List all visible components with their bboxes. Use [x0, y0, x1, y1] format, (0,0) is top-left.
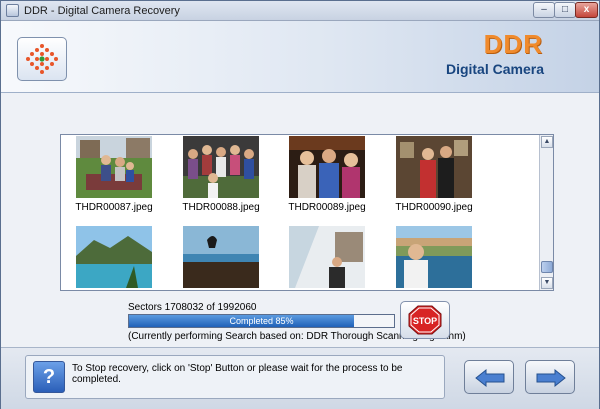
- thumbnail-item[interactable]: [183, 226, 259, 288]
- scrollbar-thumb[interactable]: [541, 261, 553, 273]
- thumbnail-image: [289, 136, 365, 198]
- product-name: Digital Camera: [445, 61, 544, 77]
- thumbnail-filename: THDR00090.jpeg: [395, 202, 473, 213]
- thumbnail-image: [396, 136, 472, 198]
- next-button[interactable]: [525, 360, 575, 394]
- thumbnail-item[interactable]: THDR00087.jpeg: [75, 136, 153, 213]
- logo: [17, 37, 67, 81]
- brand-logo-text: DDR: [483, 29, 543, 59]
- thumbnail-item[interactable]: [396, 226, 472, 288]
- thumbnail-item[interactable]: [76, 226, 152, 288]
- help-panel: ? To Stop recovery, click on 'Stop' Butt…: [25, 355, 445, 399]
- thumbnail-item[interactable]: THDR00088.jpeg: [182, 136, 260, 213]
- thumbnail-image: [289, 226, 365, 288]
- thumbnail-item[interactable]: [289, 226, 365, 288]
- scroll-down-icon[interactable]: ▼: [541, 277, 553, 289]
- thumbnail-image: [396, 226, 472, 288]
- app-window: DDR - Digital Camera Recovery – □ x DDR …: [0, 0, 600, 409]
- thumbnail-image: [183, 136, 259, 198]
- recovery-progress-bar: Completed 85%: [128, 314, 395, 328]
- header-banner: DDR Digital Camera: [1, 21, 599, 93]
- scroll-up-icon[interactable]: ▲: [541, 136, 553, 148]
- help-button[interactable]: ?: [33, 361, 65, 393]
- title-bar: DDR - Digital Camera Recovery – □ x: [1, 1, 599, 21]
- app-icon: [6, 4, 19, 17]
- thumbnail-image: [183, 226, 259, 288]
- stop-button[interactable]: STOP: [400, 301, 450, 339]
- stop-icon: STOP: [408, 305, 442, 335]
- thumbnail-image: [76, 136, 152, 198]
- stop-label: STOP: [413, 316, 437, 326]
- sectors-count: Sectors 1708032 of 1992060: [128, 302, 257, 313]
- thumbnail-pane[interactable]: THDR00087.jpeg THDR00088.jpeg THDR00089.…: [60, 134, 554, 291]
- maximize-button[interactable]: □: [554, 2, 576, 18]
- minimize-button[interactable]: –: [533, 2, 555, 18]
- back-button[interactable]: [464, 360, 514, 394]
- thumbnail-filename: THDR00088.jpeg: [182, 202, 260, 213]
- arrow-right-icon: [536, 368, 566, 388]
- thumbnail-scrollbar[interactable]: ▲ ▼: [539, 135, 553, 290]
- thumbnail-filename: THDR00089.jpeg: [288, 202, 366, 213]
- thumbnail-item[interactable]: THDR00089.jpeg: [288, 136, 366, 213]
- thumbnail-item[interactable]: THDR00090.jpeg: [395, 136, 473, 213]
- help-message: To Stop recovery, click on 'Stop' Button…: [72, 363, 403, 385]
- close-button[interactable]: x: [575, 2, 598, 18]
- progress-label: Completed 85%: [229, 316, 294, 326]
- bottom-bar: ? To Stop recovery, click on 'Stop' Butt…: [1, 347, 599, 409]
- arrow-left-icon: [475, 368, 505, 388]
- thumbnail-image: [76, 226, 152, 288]
- logo-icon: [26, 44, 58, 74]
- window-title: DDR - Digital Camera Recovery: [24, 5, 180, 17]
- thumbnail-filename: THDR00087.jpeg: [75, 202, 153, 213]
